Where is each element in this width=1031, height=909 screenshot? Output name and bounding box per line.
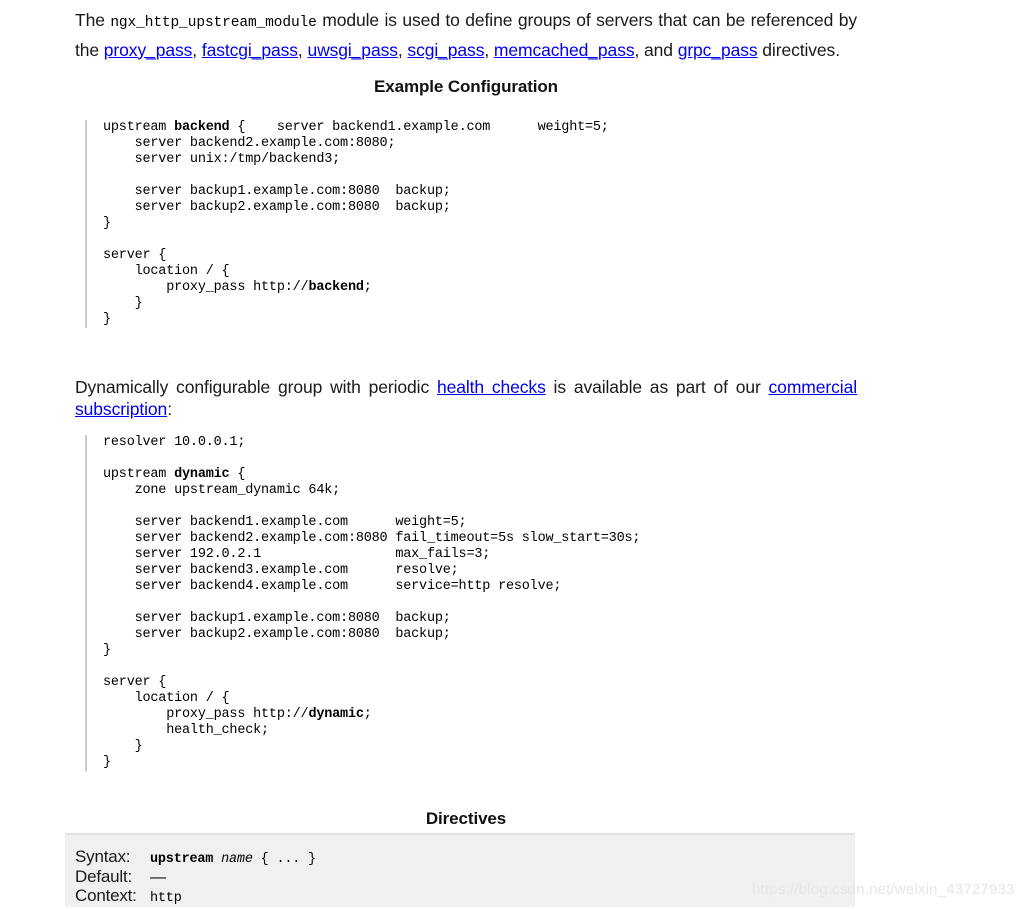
- directive-label-context: Context:: [75, 886, 137, 905]
- code-body-a: server backend1.example.com weight=5; se…: [103, 119, 609, 295]
- dynamic-lead-text: Dynamically configurable group with peri…: [75, 376, 437, 397]
- code-proxy-target: backend: [308, 279, 364, 295]
- directive-label-default: Default:: [75, 866, 132, 886]
- directive-row-syntax: Syntax: upstream name { ... }: [75, 847, 855, 867]
- heading-directives: Directives: [425, 809, 507, 828]
- directive-label-syntax: Syntax:: [75, 847, 131, 866]
- intro-paragraph: The ngx_http_upstream_module module is u…: [75, 7, 857, 64]
- directive-value-syntax: upstream name { ... }: [150, 850, 316, 870]
- syntax-variable: name: [221, 852, 253, 867]
- code-dynamic-name: dynamic: [174, 466, 230, 482]
- code-block-dynamic-configuration: resolver 10.0.0.1; upstream dynamic { zo…: [85, 434, 641, 771]
- intro-tail: directives.: [757, 39, 840, 60]
- link-grpc-pass[interactable]: grpc_pass: [678, 40, 758, 60]
- code-upstream-keyword: upstream: [103, 119, 175, 135]
- dynamic-group-paragraph: Dynamically configurable group with peri…: [75, 376, 857, 420]
- code-dynamic-proxy-target: dynamic: [308, 706, 364, 722]
- dynamic-tail-text: :: [167, 398, 172, 419]
- directive-value-default: —: [150, 868, 166, 886]
- watermark-text: https://blog.csdn.net/weixin_43727933: [752, 881, 1015, 898]
- code-open-brace: {: [229, 119, 246, 135]
- link-proxy-pass[interactable]: proxy_pass: [104, 40, 193, 60]
- code-block-example-configuration: upstream backend { server backend1.examp…: [85, 119, 609, 328]
- directive-definition-box: Syntax: upstream name { ... } Default: —…: [65, 833, 855, 907]
- intro-text-before: The: [75, 9, 111, 30]
- link-scgi-pass[interactable]: scgi_pass: [407, 40, 484, 60]
- sep-2: ,: [397, 39, 408, 60]
- sep-3: ,: [484, 39, 494, 60]
- link-fastcgi-pass[interactable]: fastcgi_pass: [202, 40, 298, 60]
- link-uwsgi-pass[interactable]: uwsgi_pass: [307, 40, 398, 60]
- sep-1: ,: [297, 39, 308, 60]
- code-upstream-name: backend: [174, 119, 230, 135]
- code-dynamic-body-a: { zone upstream_dynamic 64k; server back…: [103, 466, 641, 722]
- sep-4: , and: [634, 39, 678, 60]
- dynamic-middle-text: is available as part of our: [545, 376, 769, 397]
- heading-example-configuration: Example Configuration: [374, 77, 558, 96]
- link-health-checks[interactable]: health checks: [437, 377, 546, 397]
- documentation-page: The ngx_http_upstream_module module is u…: [0, 0, 1031, 907]
- sep-0: ,: [192, 39, 202, 60]
- directive-value-context: http: [150, 891, 182, 906]
- directive-row-context: Context: http: [75, 886, 855, 906]
- syntax-keyword: upstream: [150, 852, 214, 867]
- link-memcached-pass[interactable]: memcached_pass: [494, 40, 635, 60]
- module-name-code: ngx_http_upstream_module: [110, 14, 317, 31]
- syntax-rest: { ... }: [252, 852, 317, 867]
